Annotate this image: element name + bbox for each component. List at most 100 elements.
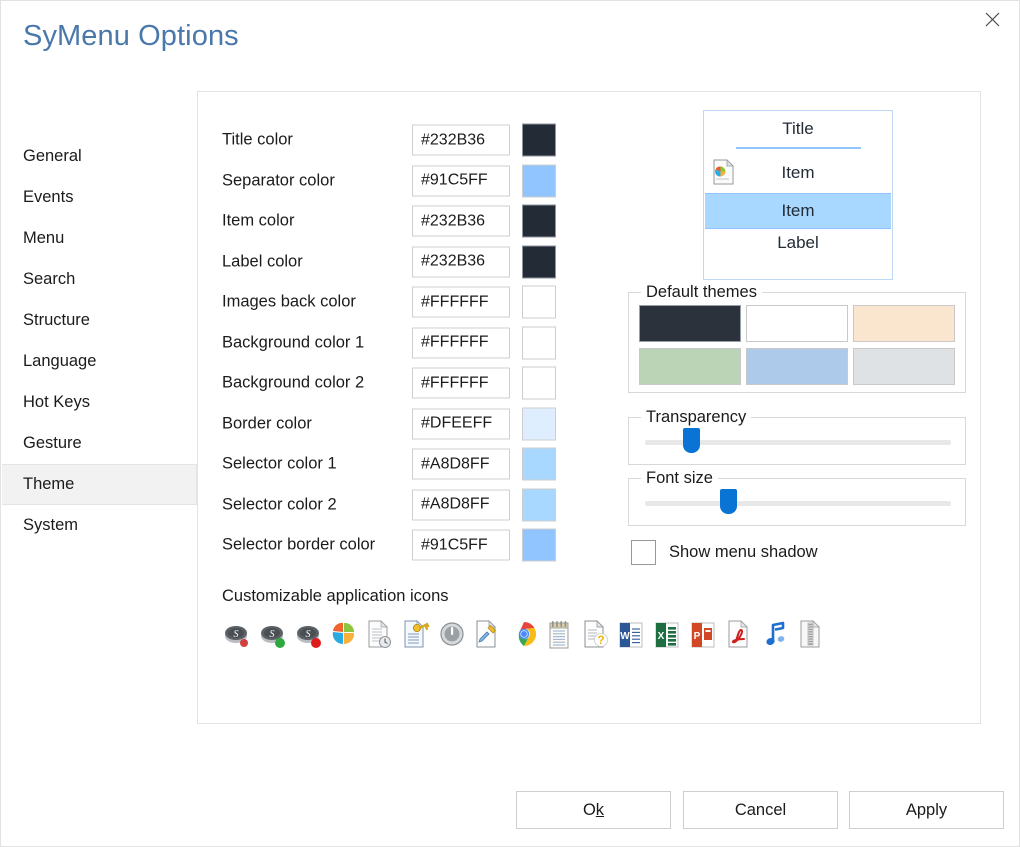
color-input-border-color[interactable] [412, 408, 510, 440]
color-swatch-item-color[interactable] [522, 204, 556, 238]
sidebar-item-language[interactable]: Language [2, 341, 197, 382]
help-question-icon[interactable]: ? [582, 620, 610, 650]
default-theme-peach-swatch[interactable] [853, 305, 955, 342]
document-key-icon[interactable] [402, 620, 430, 650]
default-theme-green-swatch[interactable] [639, 348, 741, 385]
show-menu-shadow-checkbox[interactable] [631, 540, 656, 565]
font-size-slider-track [645, 501, 951, 506]
color-label-background-color-1: Background color 1 [222, 333, 365, 352]
sidebar-item-label: General [23, 147, 82, 165]
show-menu-shadow-row[interactable]: Show menu shadow [631, 540, 818, 565]
ok-button[interactable]: Ok [516, 791, 671, 829]
preview-item-1: Item [781, 163, 815, 182]
color-input-selector-color-2[interactable] [412, 489, 510, 521]
zip-archive-icon[interactable] [798, 620, 826, 650]
symenu-disk-green-icon[interactable]: S [258, 620, 286, 650]
default-theme-blue-swatch[interactable] [746, 348, 848, 385]
color-swatch-background-color-2[interactable] [522, 366, 556, 400]
symenu-disk-red-icon[interactable]: S [294, 620, 322, 650]
color-label-background-color-2: Background color 2 [222, 373, 365, 392]
color-label-images-back-color: Images back color [222, 292, 356, 311]
music-note-icon[interactable] [762, 620, 790, 650]
color-swatch-title-color[interactable] [522, 123, 556, 157]
sidebar-item-hot-keys[interactable]: Hot Keys [2, 382, 197, 423]
close-glyph [985, 12, 999, 26]
color-swatch-selector-color-1[interactable] [522, 447, 556, 481]
word-document-icon[interactable]: W [618, 620, 646, 650]
color-row-images-back-color: Images back color [222, 282, 562, 323]
power-shutdown-icon[interactable] [438, 620, 466, 650]
page-title: SyMenu Options [23, 20, 239, 52]
sidebar-item-menu[interactable]: Menu [2, 218, 197, 259]
color-swatch-background-color-1[interactable] [522, 326, 556, 360]
main-panel: Title color Separator color Item color Labe… [197, 91, 981, 724]
color-label-title-color: Title color [222, 130, 293, 149]
sidebar-item-search[interactable]: Search [2, 259, 197, 300]
svg-text:X: X [658, 631, 665, 642]
color-input-background-color-1[interactable] [412, 327, 510, 359]
sidebar-item-events[interactable]: Events [2, 177, 197, 218]
sidebar-item-gesture[interactable]: Gesture [2, 423, 197, 464]
customizable-icons-title: Customizable application icons [222, 587, 449, 605]
default-theme-gray-swatch[interactable] [853, 348, 955, 385]
ok-label-accel: k [595, 800, 605, 819]
svg-text:?: ? [597, 633, 604, 647]
notepad-icon[interactable] [546, 620, 574, 650]
color-input-label-color[interactable] [412, 246, 510, 278]
color-row-item-color: Item color [222, 201, 562, 242]
svg-text:S: S [306, 629, 311, 640]
sidebar-item-label: Hot Keys [23, 393, 90, 411]
font-size-slider-thumb[interactable] [720, 489, 738, 514]
close-icon[interactable] [969, 1, 1015, 37]
color-input-separator-color[interactable] [412, 165, 510, 197]
excel-spreadsheet-icon[interactable]: X [654, 620, 682, 650]
color-input-item-color[interactable] [412, 205, 510, 237]
color-row-background-color-2: Background color 2 [222, 363, 562, 404]
color-swatch-label-color[interactable] [522, 245, 556, 279]
sidebar-item-system[interactable]: System [2, 505, 197, 546]
windows-logo-icon[interactable] [330, 620, 358, 650]
color-label-border-color: Border color [222, 414, 312, 433]
font-size-slider[interactable] [645, 489, 951, 514]
sidebar-item-general[interactable]: General [2, 136, 197, 177]
svg-text:W: W [620, 631, 630, 642]
color-row-selector-color-1: Selector color 1 [222, 444, 562, 485]
apply-button[interactable]: Apply [849, 791, 1004, 829]
pdf-document-icon[interactable] [726, 620, 754, 650]
default-themes-grid [639, 305, 955, 385]
color-label-separator-color: Separator color [222, 171, 335, 190]
document-edit-icon[interactable] [474, 620, 502, 650]
color-input-title-color[interactable] [412, 124, 510, 156]
sidebar-item-label: Language [23, 352, 97, 370]
color-row-label-color: Label color [222, 242, 562, 283]
transparency-slider[interactable] [645, 428, 951, 453]
symenu-disk-icon[interactable]: S [222, 620, 250, 650]
sidebar-item-structure[interactable]: Structure [2, 300, 197, 341]
preview-title: Title [782, 119, 814, 138]
chrome-browser-icon[interactable] [510, 620, 538, 650]
document-clock-icon[interactable] [366, 620, 394, 650]
color-row-selector-border-color: Selector border color [222, 525, 562, 566]
powerpoint-presentation-icon[interactable]: P [690, 620, 718, 650]
color-swatch-selector-color-2[interactable] [522, 488, 556, 522]
sidebar-item-theme[interactable]: Theme [2, 464, 197, 505]
color-swatch-border-color[interactable] [522, 407, 556, 441]
color-swatch-images-back-color[interactable] [522, 285, 556, 319]
color-input-images-back-color[interactable] [412, 286, 510, 318]
color-row-border-color: Border color [222, 404, 562, 445]
color-input-background-color-2[interactable] [412, 367, 510, 399]
svg-text:P: P [694, 631, 701, 642]
sidebar-item-label: System [23, 516, 79, 534]
default-theme-white-swatch[interactable] [746, 305, 848, 342]
color-input-selector-color-1[interactable] [412, 448, 510, 480]
color-swatch-selector-border-color[interactable] [522, 528, 556, 562]
title-bar: SyMenu Options [1, 1, 1020, 79]
color-row-title-color: Title color [222, 120, 562, 161]
default-theme-dark-swatch[interactable] [639, 305, 741, 342]
preview-label: Label [777, 233, 819, 252]
color-input-selector-border-color[interactable] [412, 529, 510, 561]
color-swatch-separator-color[interactable] [522, 164, 556, 198]
transparency-slider-thumb[interactable] [682, 428, 700, 453]
cancel-button[interactable]: Cancel [683, 791, 838, 829]
transparency-title: Transparency [641, 408, 752, 427]
